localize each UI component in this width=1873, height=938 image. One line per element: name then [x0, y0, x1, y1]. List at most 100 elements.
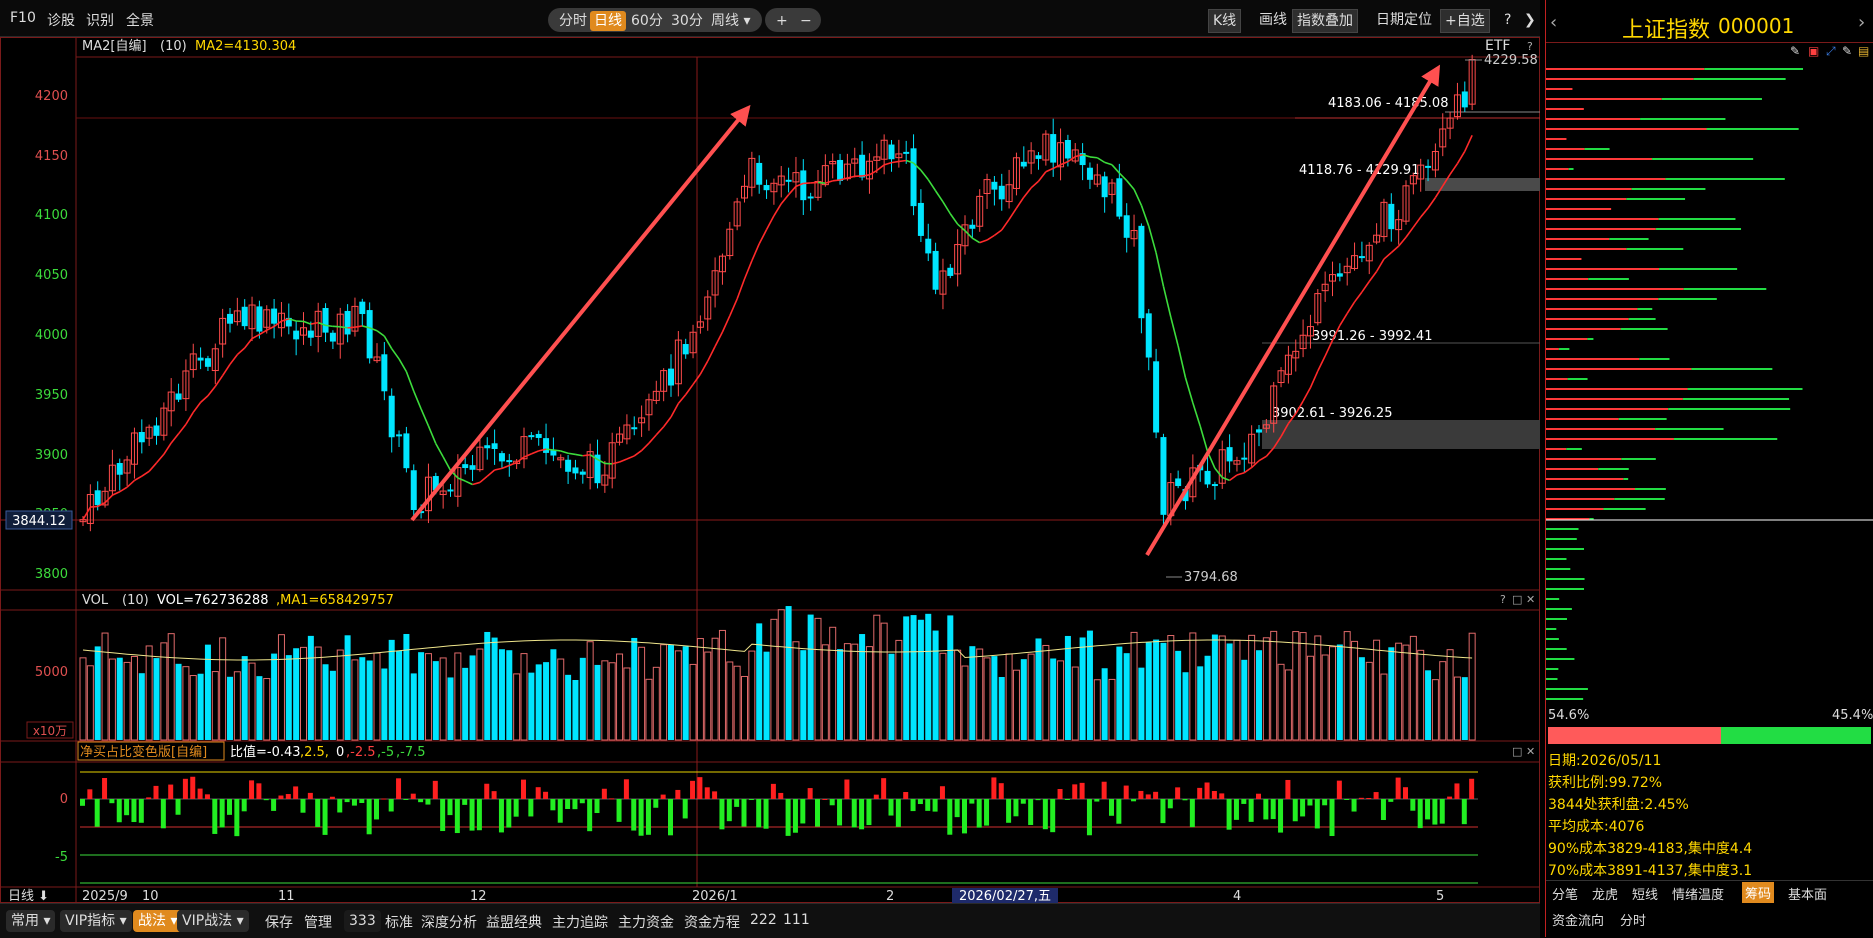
ma-segment — [686, 384, 693, 394]
vol-maximize-icon[interactable]: □ — [1512, 593, 1522, 606]
manage-button[interactable]: 管理 — [304, 912, 332, 932]
net-bar — [587, 799, 592, 831]
template-333[interactable]: 333 — [344, 910, 381, 932]
tab-intraday[interactable]: 分时 — [1620, 910, 1646, 929]
index-overlay-dropdown[interactable]: 指数叠加 — [1292, 9, 1358, 33]
settings-icon[interactable]: ▤ — [1858, 44, 1869, 58]
identify-button[interactable]: 识别 — [86, 10, 114, 30]
tab-ticks[interactable]: 分笔 — [1552, 884, 1578, 903]
ma-segment — [1428, 198, 1435, 209]
tab-30min[interactable]: 30分 — [667, 11, 707, 31]
volume-bar — [1300, 633, 1306, 740]
tab-sentiment[interactable]: 情绪温度 — [1672, 884, 1724, 903]
standard-tab[interactable]: 标准 — [385, 912, 413, 932]
net-close-icon[interactable]: ✕ — [1526, 745, 1535, 758]
chip-bar-profit — [1546, 258, 1581, 260]
net-maximize-icon[interactable]: □ — [1512, 745, 1522, 758]
chip-bar-loss — [1546, 608, 1572, 610]
add-watchlist-button[interactable]: +自选 — [1440, 9, 1490, 33]
main-force-funds-tab[interactable]: 主力资金 — [618, 912, 674, 932]
period-indicator[interactable]: 日线 ⬇ — [8, 889, 49, 903]
volume-bar — [705, 652, 711, 740]
tab-daily[interactable]: 日线 — [590, 11, 626, 31]
draw-line-button[interactable]: 画线 — [1255, 9, 1291, 31]
volume-bar — [793, 642, 799, 740]
net-bar — [205, 794, 210, 799]
tab-row-divider — [1546, 880, 1873, 881]
chip-bar-loss — [1568, 378, 1588, 380]
save-button[interactable]: 保存 — [265, 912, 293, 932]
net-bar — [477, 799, 482, 830]
vip-strategy-tab[interactable]: VIP战法 ▾ — [177, 910, 249, 932]
template-111[interactable]: 111 — [783, 912, 810, 928]
price-tick: 4150 — [35, 149, 68, 164]
net-label[interactable]: 净买占比变色版[自编] — [80, 744, 207, 760]
classic-tab[interactable]: 益盟经典 — [486, 912, 542, 932]
tab-60min[interactable]: 60分 — [627, 11, 667, 31]
fullscreen-icon[interactable]: ⤢ — [1826, 44, 1836, 59]
kline-dropdown[interactable]: K线 — [1208, 9, 1241, 33]
candle-body — [499, 453, 505, 461]
candle-body — [1146, 313, 1152, 357]
volume-bar — [1249, 635, 1255, 740]
net-bar — [940, 786, 945, 799]
tab-weekly[interactable]: 周线 ▾ — [707, 11, 754, 31]
ma2-label[interactable]: MA2[自编] — [82, 39, 147, 54]
fund-equation-tab[interactable]: 资金方程 — [684, 912, 740, 932]
chip-bar-loss — [1632, 188, 1706, 190]
forward-icon[interactable]: › — [1858, 12, 1865, 33]
etf-help-icon[interactable]: ? — [1527, 40, 1533, 53]
chip-distribution — [1546, 60, 1873, 700]
tab-minute[interactable]: 分时 — [555, 11, 591, 31]
volume-bar — [1271, 631, 1277, 740]
strategy-tab[interactable]: 战法 ▾ — [133, 910, 182, 932]
etf-label[interactable]: ETF — [1485, 38, 1510, 54]
zoom-in-button[interactable]: + — [772, 11, 792, 31]
back-icon[interactable]: ‹ — [1550, 12, 1557, 33]
net-bar — [1168, 799, 1173, 808]
volume-bar — [1293, 632, 1299, 740]
chip-bar-loss — [1635, 488, 1666, 490]
zone-label: 4118.76 - 4129.91 — [1299, 163, 1419, 178]
f10-button[interactable]: F10 — [10, 10, 36, 26]
ma-segment — [612, 462, 619, 464]
ma-segment — [737, 279, 744, 299]
chip-bar-loss — [1623, 478, 1628, 480]
volume-bar — [991, 656, 997, 740]
help-icon[interactable]: ? — [1500, 9, 1515, 31]
deep-analysis-tab[interactable]: 深度分析 — [421, 912, 477, 932]
volume-bar — [1021, 659, 1027, 740]
volume-bar — [131, 656, 137, 740]
vol-param: (10) — [122, 593, 149, 608]
volume-bar — [1219, 636, 1225, 740]
candle-body — [859, 155, 865, 178]
volume-bar — [925, 614, 931, 740]
collapse-icon[interactable]: ❯ — [1520, 9, 1540, 31]
tab-fund-flow[interactable]: 资金流向 — [1552, 910, 1604, 929]
zoom-out-button[interactable]: − — [796, 11, 816, 31]
pen-icon[interactable]: ✎ — [1790, 44, 1800, 58]
flag-icon[interactable]: ▣ — [1808, 44, 1819, 58]
tab-chips[interactable]: 筹码 — [1742, 882, 1774, 903]
template-222[interactable]: 222 — [750, 912, 777, 928]
main-force-tracking-tab[interactable]: 主力追踪 — [552, 912, 608, 932]
ma-segment — [1230, 475, 1237, 480]
net-bar — [1425, 799, 1430, 819]
panorama-button[interactable]: 全景 — [126, 10, 154, 30]
tab-short-line[interactable]: 短线 — [1632, 884, 1658, 903]
ma-segment — [1421, 208, 1428, 217]
x-axis-labels: 2025/9 10 11 12 2026/1 2 4 5 — [82, 889, 1444, 903]
tab-dragon-tiger[interactable]: 龙虎 — [1592, 884, 1618, 903]
vol-close-icon[interactable]: ✕ — [1526, 593, 1535, 606]
vol-help-icon[interactable]: ? — [1500, 593, 1506, 606]
date-locate-button[interactable]: 日期定位 — [1372, 9, 1436, 31]
vip-indicator-tab[interactable]: VIP指标 ▾ — [60, 910, 132, 932]
ma-segment — [568, 453, 575, 454]
edit-icon[interactable]: ✎ — [1842, 44, 1852, 58]
diag-button[interactable]: 诊股 — [47, 10, 75, 30]
common-tab[interactable]: 常用 ▾ — [6, 910, 55, 932]
candle-body — [198, 358, 204, 361]
net-bar — [249, 780, 254, 799]
vol-label[interactable]: VOL — [82, 593, 109, 608]
tab-fundamentals[interactable]: 基本面 — [1788, 884, 1827, 903]
